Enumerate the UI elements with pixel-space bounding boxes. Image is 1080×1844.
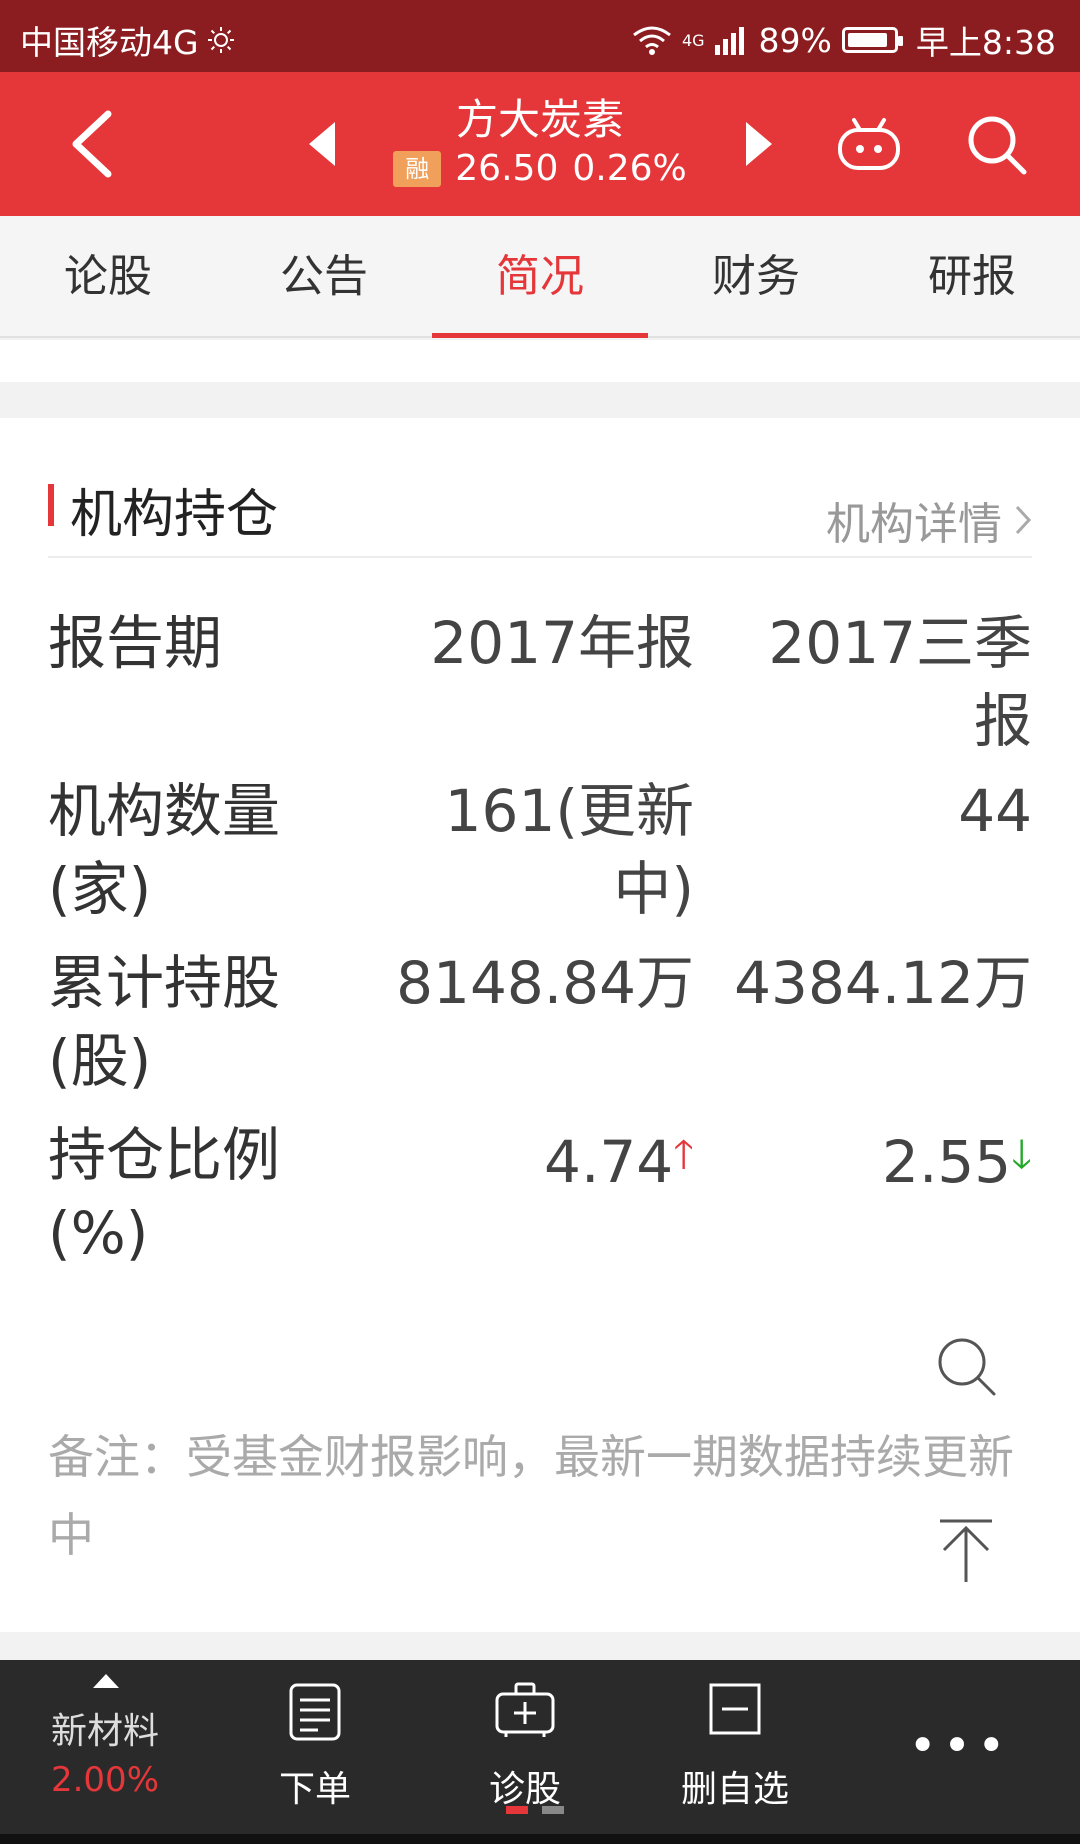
prev-stock-icon[interactable] [305,122,339,166]
caret-up-icon [93,1674,119,1688]
bottom-action-bar: 新材料 2.00% 下单 诊股 删自选 ••• [0,1660,1080,1844]
battery-fill [847,33,887,47]
robot-icon[interactable] [836,116,902,172]
previous-section-edge [0,340,1080,382]
battery-percent: 89% [758,20,832,60]
period-2017-annual: 2017年报 [430,609,694,677]
arrow-down-icon: 🡓 [1011,1132,1032,1178]
holding-ratio-label: 持仓比例(%) [48,1121,281,1267]
diagnose-stock-button[interactable]: 诊股 [455,1660,595,1844]
signal-icon [714,27,744,55]
search-icon[interactable] [966,114,1028,176]
diagnose-label: 诊股 [488,1769,561,1810]
institution-count-label: 机构数量(家) [48,777,281,923]
holding-ratio-q3-value: 2.55 [882,1128,1012,1196]
institution-count-q3: 44 [958,777,1032,845]
minus-box-icon [709,1683,761,1735]
section-accent-bar [48,484,54,526]
section-header: 机构持仓 机构详情 [48,448,1032,558]
sector-change-pct: 2.00% [50,1760,159,1800]
tab-overview[interactable]: 简况 [432,216,648,338]
more-dots-icon: ••• [908,1718,1012,1774]
system-nav-strip [0,1834,1080,1844]
brightness-icon [207,27,234,53]
order-form-icon [289,1683,341,1741]
table-row: 持仓比例(%) 4.74🡑 2.55🡓 [48,1116,1032,1288]
tab-bar: 论股 公告 简况 财务 研报 [0,216,1080,338]
stock-price: 26.50 [455,148,559,189]
stock-quote: 融 26.50 0.26% [340,148,740,189]
footnote: 备注：受基金财报影响，最新一期数据持续更新中 [48,1430,1014,1562]
remove-label: 删自选 [680,1769,789,1810]
total-shares-q3: 4384.12万 [734,949,1032,1017]
table-row: 机构数量(家) 161(更新中) 44 [48,772,1032,944]
holding-ratio-annual-value: 4.74 [544,1128,674,1196]
status-bar: 中国移动4G 4G 89% 早上8:38 [0,0,1080,72]
tab-discussion[interactable]: 论股 [0,216,216,336]
institution-count-annual: 161(更新中) [444,777,694,923]
chevron-right-icon [1015,505,1032,535]
holding-ratio-annual: 4.74🡑 [338,1116,694,1288]
medical-kit-icon [495,1682,555,1737]
back-icon[interactable] [60,106,130,182]
wifi-icon [633,26,671,55]
page-indicator [506,1806,564,1814]
remove-watchlist-button[interactable]: 删自选 [665,1660,805,1844]
next-stock-icon[interactable] [742,122,776,166]
page-dot [542,1806,564,1814]
holding-ratio-q3: 2.55🡓 [694,1116,1032,1288]
holdings-table: 报告期 2017年报 2017三季报 机构数量(家) 161(更新中) 44 累… [48,604,1032,1288]
tab-research[interactable]: 研报 [864,216,1080,336]
detail-link-label: 机构详情 [826,499,1002,550]
tab-announcements[interactable]: 公告 [216,216,432,336]
table-header-row: 报告期 2017年报 2017三季报 [48,604,1032,772]
total-shares-annual: 8148.84万 [396,949,694,1017]
tab-financials[interactable]: 财务 [648,216,864,336]
stock-change-pct: 0.26% [572,148,687,189]
stock-name: 方大炭素 [455,95,624,144]
carrier-label: 中国移动4G [20,23,199,62]
battery-icon [841,27,903,53]
clock: 早上8:38 [915,23,1056,62]
table-row: 累计持股(股) 8148.84万 4384.12万 [48,944,1032,1116]
more-options-button[interactable]: ••• [900,1660,1020,1844]
stock-header: 方大炭素 融 26.50 0.26% [0,72,1080,216]
carrier-info: 中国移动4G [20,16,235,64]
status-right: 4G 89% 早上8:38 [632,16,1056,64]
order-label: 下单 [278,1769,351,1810]
margin-badge: 融 [393,150,442,187]
sector-name: 新材料 [50,1711,159,1752]
floating-search-icon[interactable] [934,1334,998,1398]
section-title: 机构持仓 [70,485,279,545]
back-to-top-icon[interactable] [938,1518,994,1584]
sector-quote[interactable]: 新材料 2.00% [30,1660,180,1844]
institution-details-link[interactable]: 机构详情 [826,488,1032,552]
period-2017-q3: 2017三季报 [768,609,1032,755]
page-dot-active [506,1806,528,1814]
network-type: 4G [681,30,705,50]
total-shares-label: 累计持股(股) [48,949,281,1095]
arrow-up-icon: 🡑 [673,1132,694,1178]
place-order-button[interactable]: 下单 [245,1660,385,1844]
institutional-holdings-card: 机构持仓 机构详情 报告期 2017年报 2017三季报 机构数量(家) 161… [0,418,1080,1632]
report-period-label: 报告期 [48,609,223,677]
